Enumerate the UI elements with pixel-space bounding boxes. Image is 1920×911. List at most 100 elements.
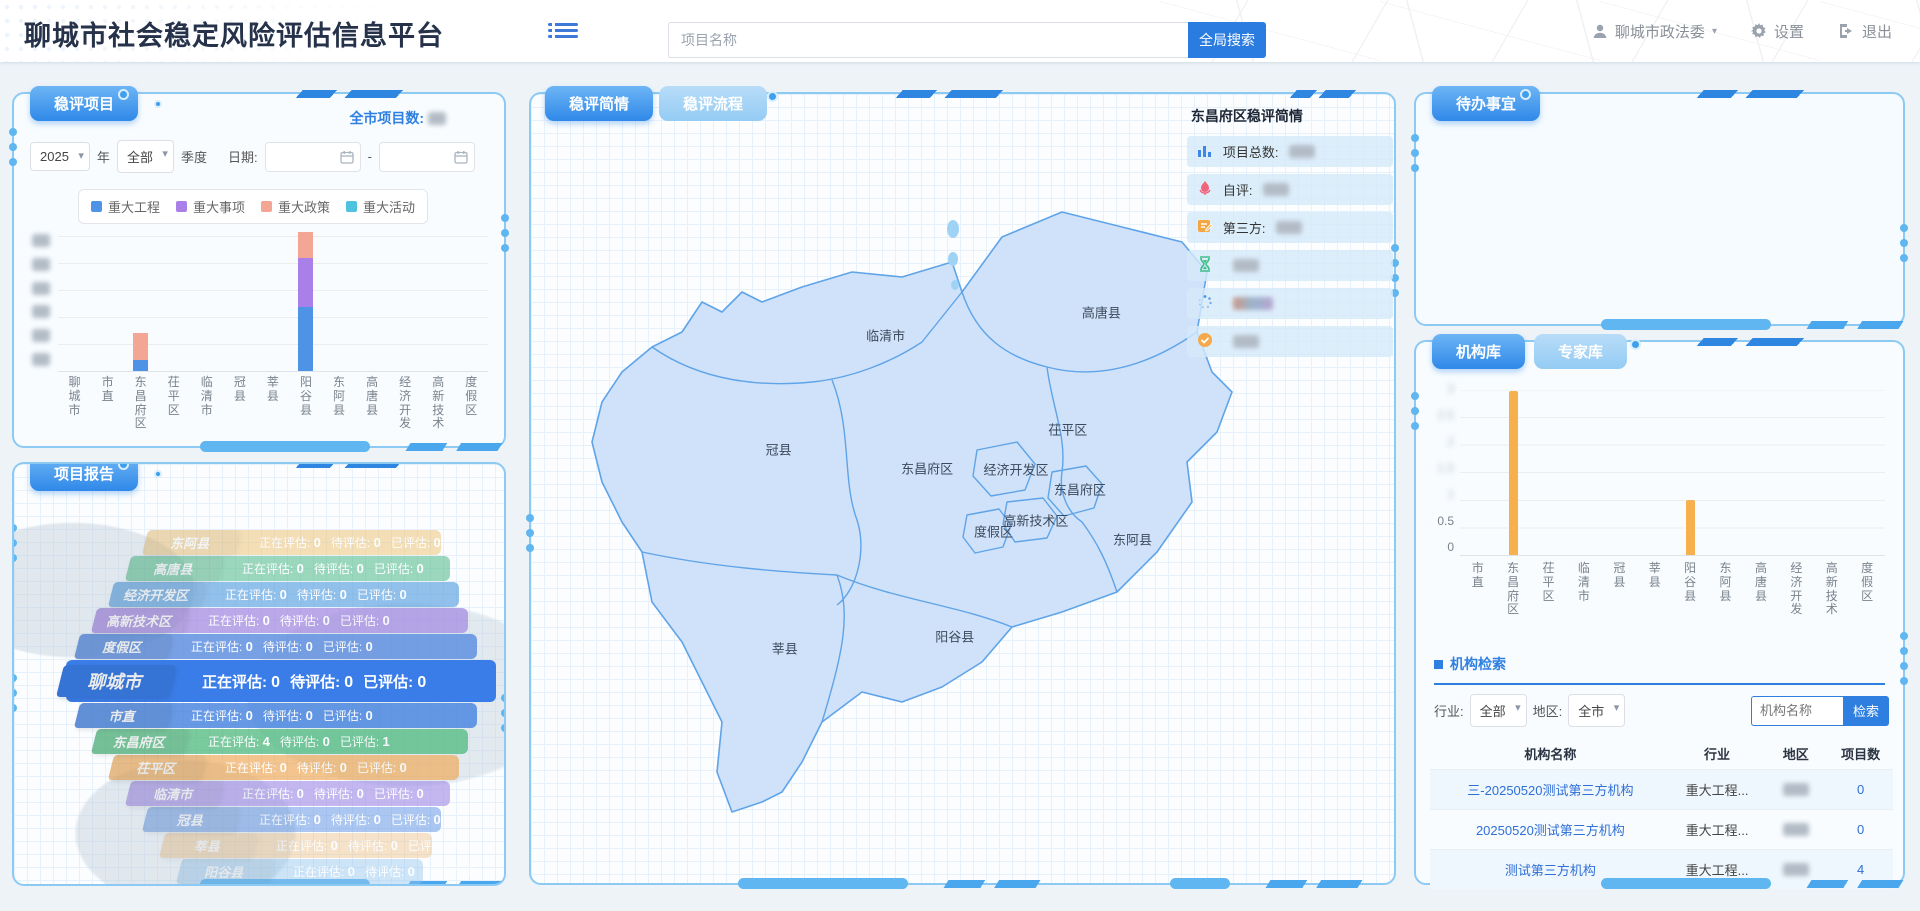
y-axis-tick: 0.5: [1437, 514, 1454, 528]
stat-value: 0: [374, 535, 381, 550]
stat-label: 正在评估:: [208, 614, 263, 628]
project-legend: 重大工程重大事项重大政策重大活动: [78, 189, 428, 224]
map-region-label[interactable]: 东昌府区: [901, 458, 953, 477]
district-brief-row: [1187, 326, 1393, 357]
region-label: 地区:: [1533, 701, 1563, 720]
stat-value: 0: [280, 587, 287, 602]
stat-label: 已评估:: [374, 787, 417, 801]
user-menu[interactable]: 聊城市政法委 ▾: [1592, 21, 1717, 42]
y-axis-tick: 0: [1447, 540, 1454, 554]
stat-value: 0: [280, 760, 287, 775]
redacted-value: [1263, 183, 1289, 196]
tab-org-library[interactable]: 机构库: [1432, 334, 1525, 369]
quarter-select[interactable]: 全部: [117, 140, 174, 173]
map-region-label[interactable]: 高新技术区: [1003, 511, 1068, 530]
bar-column[interactable]: [298, 232, 313, 371]
x-axis-label: 东阿县: [332, 376, 347, 431]
tab-assessment-brief[interactable]: 稳评简情: [545, 86, 653, 121]
menu-icon[interactable]: [548, 20, 578, 42]
stat-label: 正在评估:: [225, 588, 280, 602]
region-report-row[interactable]: 莘县正在评估: 0待评估: 0已评估: 0: [168, 833, 432, 858]
map-region-label[interactable]: 度假区: [974, 522, 1013, 541]
stat-value: 0: [314, 535, 321, 550]
map-region-label[interactable]: 茌平区: [1048, 420, 1087, 439]
region-select[interactable]: 全市: [1568, 694, 1625, 727]
global-search-input[interactable]: [668, 22, 1188, 58]
tab-assessment-flow[interactable]: 稳评流程: [659, 86, 767, 121]
map-region-label[interactable]: 阳谷县: [935, 627, 974, 646]
stat-label: 待评估:: [348, 839, 391, 853]
bar-column[interactable]: [1686, 500, 1695, 555]
city-project-total-label: 全市项目数:: [349, 110, 424, 126]
logout-button[interactable]: 退出: [1838, 21, 1892, 42]
y-axis-tick: 2.5: [1437, 408, 1454, 422]
org-name-link[interactable]: 20250520测试第三方机构: [1430, 810, 1671, 850]
district-brief-row: 第三方:: [1187, 212, 1393, 243]
region-report-row[interactable]: 市直正在评估: 0待评估: 0已评估: 0: [83, 703, 477, 728]
stat-value: 0: [408, 864, 415, 879]
date-start-input[interactable]: [265, 142, 361, 172]
calendar-icon: [454, 150, 468, 164]
region-report-row[interactable]: 高唐县正在评估: 0待评估: 0已评估: 0: [134, 556, 450, 581]
org-search-button[interactable]: 检索: [1843, 696, 1889, 726]
redacted-region: [1783, 823, 1809, 836]
x-axis-label: 高唐县: [365, 376, 380, 431]
legend-item[interactable]: 重大工程: [91, 197, 160, 216]
x-axis-label: 冠县: [232, 376, 247, 431]
region-report-row[interactable]: 聊城市正在评估: 0待评估: 0已评估: 0: [66, 660, 496, 702]
stat-label: 已评估:: [357, 761, 400, 775]
map-region-label[interactable]: 高唐县: [1082, 302, 1121, 321]
map-region-label[interactable]: 经济开发区: [983, 459, 1048, 478]
stat-value: 0: [271, 674, 280, 691]
settings-button[interactable]: 设置: [1751, 21, 1804, 42]
map-region-label[interactable]: 临清市: [866, 325, 905, 344]
tab-expert-library[interactable]: 专家库: [1534, 334, 1627, 369]
region-name-tag: 东阿县: [142, 530, 240, 555]
legend-label: 重大工程: [108, 197, 160, 216]
region-report-carousel: 东阿县正在评估: 0待评估: 0已评估: 0高唐县正在评估: 0待评估: 0已评…: [14, 530, 504, 885]
stat-value: 0: [323, 734, 330, 749]
region-report-row[interactable]: 经济开发区正在评估: 0待评估: 0已评估: 0: [117, 582, 459, 607]
logout-icon: [1838, 23, 1855, 39]
col-industry: 行业: [1671, 738, 1764, 770]
legend-item[interactable]: 重大政策: [261, 197, 330, 216]
y-axis-tick: 1.5: [1437, 461, 1454, 475]
legend-item[interactable]: 重大事项: [176, 197, 245, 216]
org-panel: 机构库 专家库 00.511.522.53 市直东昌府区茌平区临清市冠县莘县阳谷…: [1414, 340, 1905, 885]
bar-column[interactable]: [133, 333, 148, 371]
org-chart-plot: [1460, 390, 1885, 555]
legend-item[interactable]: 重大活动: [346, 197, 415, 216]
gear-icon: [1751, 23, 1767, 39]
bar-segment: [133, 360, 148, 371]
bar-column[interactable]: [1509, 391, 1518, 555]
region-name-tag: 莘县: [159, 833, 257, 858]
region-report-stats: 正在评估: 0待评估: 0已评估: 0: [191, 638, 383, 655]
org-name-link[interactable]: 三-20250520测试第三方机构: [1430, 770, 1671, 810]
stat-value: 0: [365, 639, 372, 654]
stat-value: 0: [306, 639, 313, 654]
region-report-row[interactable]: 东昌府区正在评估: 4待评估: 0已评估: 1: [100, 729, 468, 754]
map-region-label[interactable]: 莘县: [772, 638, 798, 657]
spinner-icon: [1197, 294, 1213, 313]
region-report-row[interactable]: 高新技术区正在评估: 0待评估: 0已评估: 0: [100, 608, 468, 633]
date-label: 日期:: [228, 147, 258, 166]
year-select[interactable]: 2025: [30, 142, 90, 171]
global-search-button[interactable]: 全局搜索: [1188, 22, 1266, 58]
map-region-label[interactable]: 东昌府区: [1054, 480, 1106, 499]
industry-select[interactable]: 全部: [1470, 694, 1527, 727]
region-report-row[interactable]: 冠县正在评估: 0待评估: 0已评估: 0: [151, 807, 441, 832]
org-search-section-link[interactable]: 机构检索: [1434, 654, 1885, 685]
org-name-input[interactable]: [1751, 696, 1843, 726]
region-report-row[interactable]: 临清市正在评估: 0待评估: 0已评估: 0: [134, 781, 450, 806]
map-region-label[interactable]: 东阿县: [1113, 529, 1152, 548]
region-report-row[interactable]: 度假区正在评估: 0待评估: 0已评估: 0: [83, 634, 477, 659]
map-region-label[interactable]: 冠县: [766, 440, 792, 459]
region-report-row[interactable]: 茌平区正在评估: 0待评估: 0已评估: 0: [117, 755, 459, 780]
region-report-row[interactable]: 阳谷县正在评估: 0待评估: 0已评估: 0: [185, 859, 423, 884]
region-report-row[interactable]: 东阿县正在评估: 0待评估: 0已评估: 0: [151, 530, 441, 555]
stat-value: 0: [417, 674, 426, 691]
redacted-region: [1783, 783, 1809, 796]
stat-label: 待评估:: [314, 787, 357, 801]
date-end-input[interactable]: [379, 142, 475, 172]
stat-value: 0: [365, 708, 372, 723]
